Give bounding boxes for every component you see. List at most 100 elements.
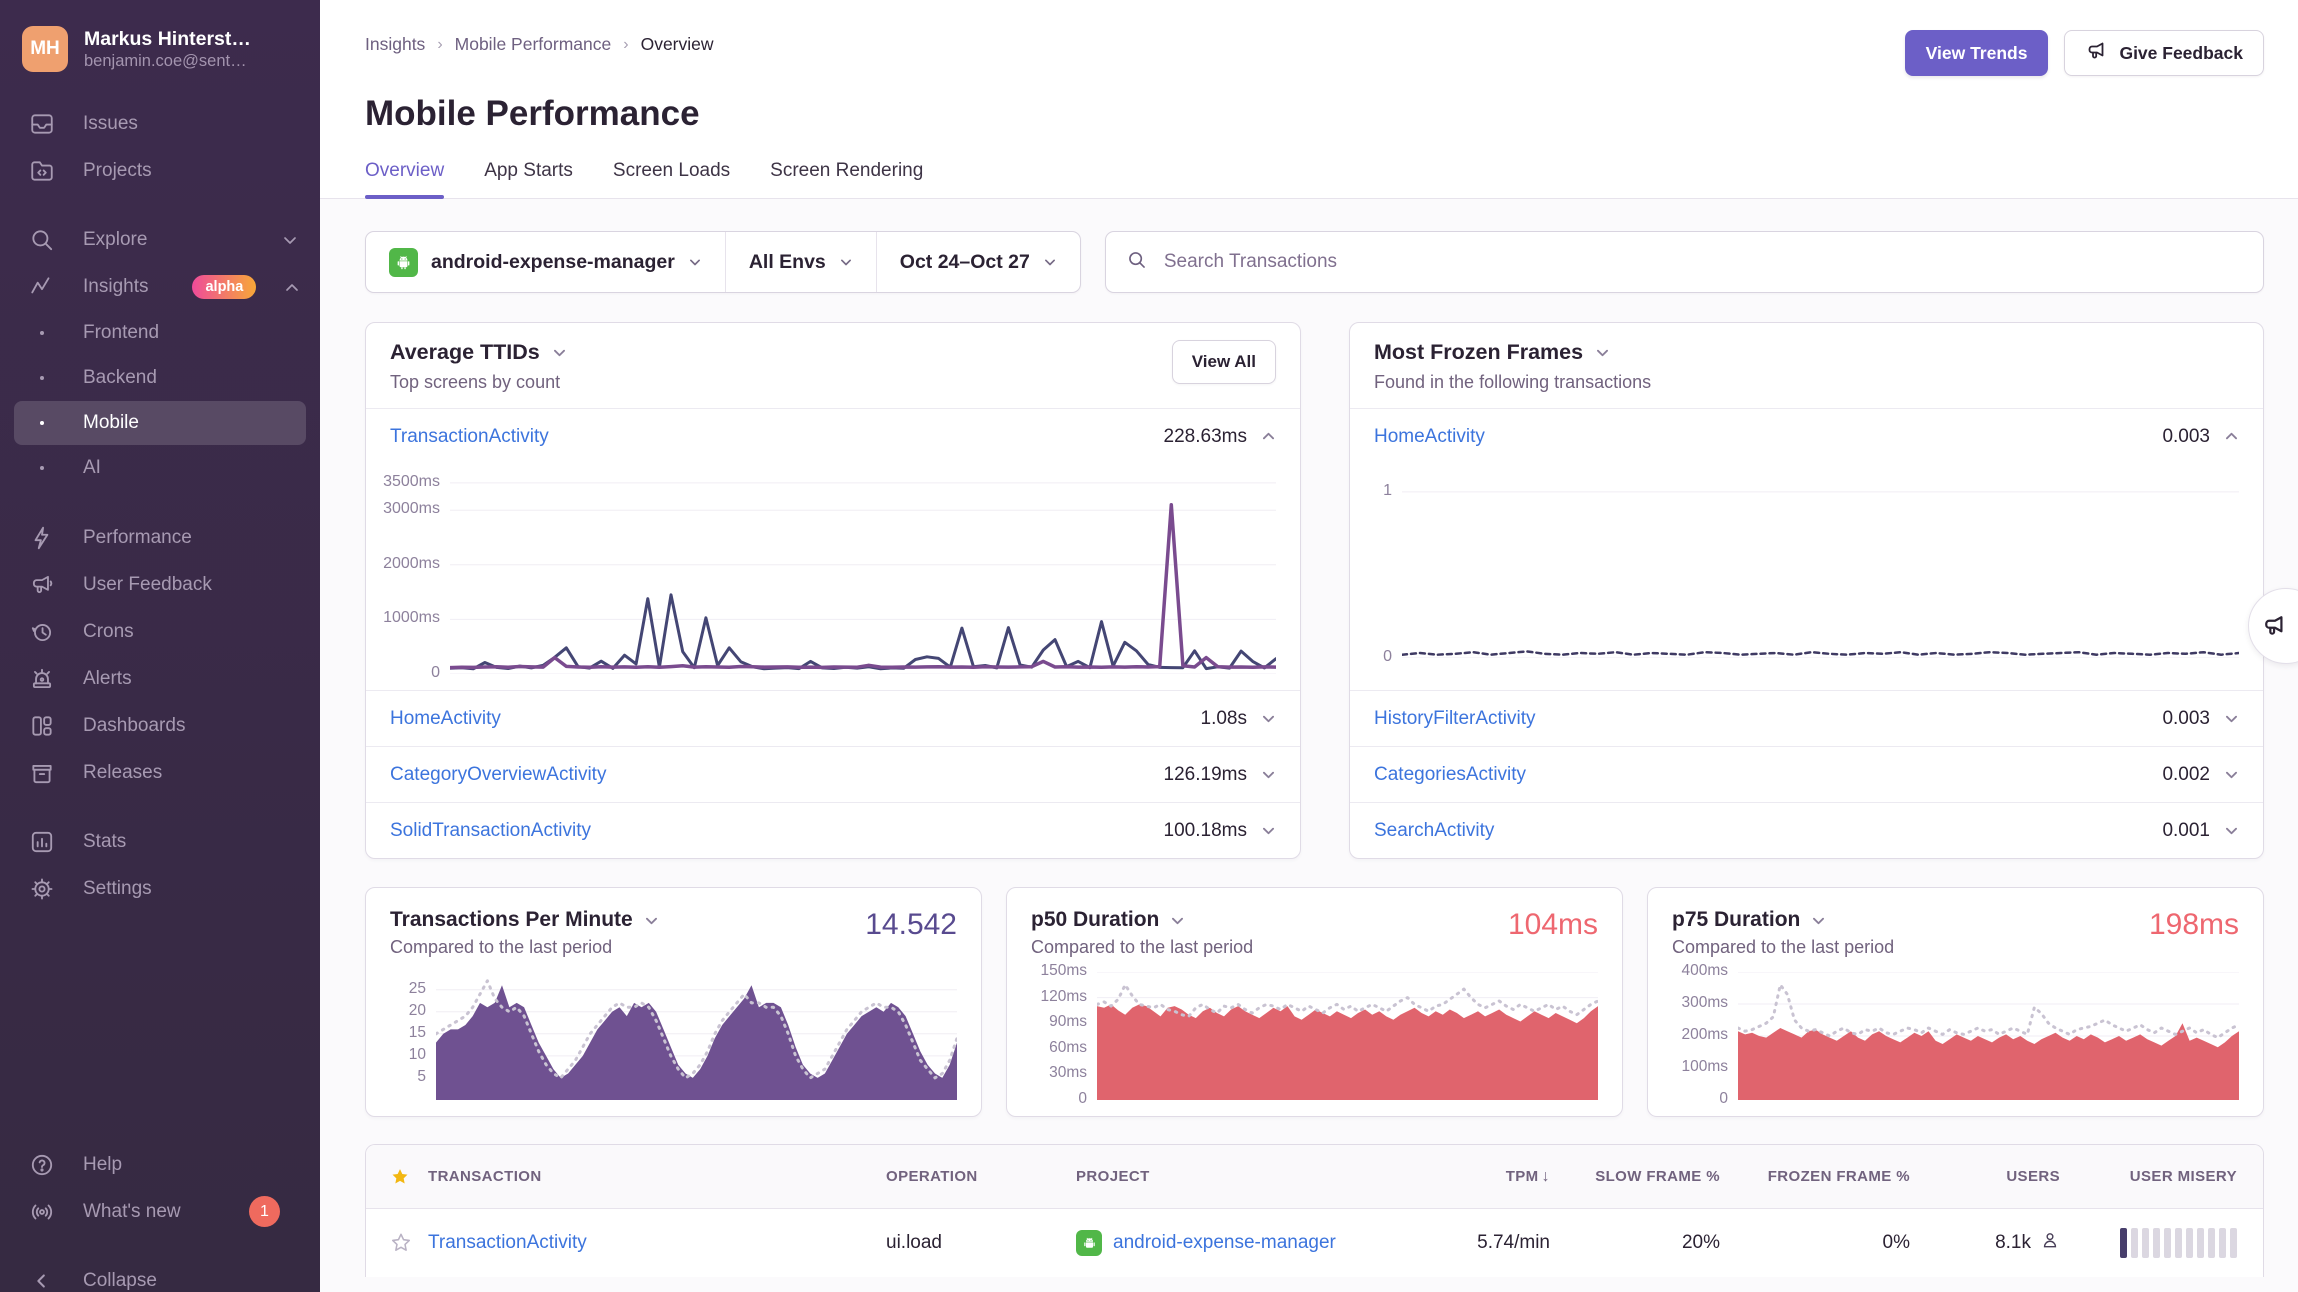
screen-row[interactable]: SearchActivity 0.001 bbox=[1350, 802, 2263, 858]
search-input[interactable] bbox=[1162, 250, 2243, 274]
column-header-users[interactable]: USERS bbox=[2006, 1168, 2066, 1185]
table-header-row: TRANSACTION OPERATION PROJECT TPM↓ SLOW … bbox=[366, 1145, 2263, 1209]
sidebar-item-frontend[interactable]: Frontend bbox=[14, 311, 306, 355]
sidebar-item-mobile[interactable]: Mobile bbox=[14, 401, 306, 445]
screen-row[interactable]: TransactionActivity 228.63ms bbox=[366, 408, 1300, 464]
chevron-down-icon[interactable] bbox=[1261, 769, 1276, 780]
sidebar-item-releases[interactable]: Releases bbox=[0, 749, 320, 796]
tpm-value: 14.542 bbox=[865, 908, 957, 941]
sidebar-item-dashboards[interactable]: Dashboards bbox=[0, 702, 320, 749]
sidebar-item-label: User Feedback bbox=[83, 574, 212, 596]
sidebar-item-label: Issues bbox=[83, 113, 138, 135]
sidebar-item-explore[interactable]: Explore bbox=[0, 216, 320, 263]
star-toggle[interactable] bbox=[366, 1232, 428, 1254]
chevron-down-icon[interactable] bbox=[2224, 713, 2239, 724]
sidebar-item-label: Settings bbox=[83, 878, 152, 900]
p75-value: 198ms bbox=[2149, 908, 2239, 941]
screen-row[interactable]: CategoriesActivity 0.002 bbox=[1350, 746, 2263, 802]
tab-app-starts[interactable]: App Starts bbox=[484, 160, 573, 198]
transaction-link[interactable]: TransactionActivity bbox=[428, 1232, 886, 1254]
transaction-link[interactable]: HistoryFilterActivity bbox=[1374, 708, 1536, 730]
column-header-user-misery[interactable]: USER MISERY bbox=[2130, 1168, 2263, 1185]
sidebar-item-label: Crons bbox=[83, 621, 134, 643]
sidebar-item-user-feedback[interactable]: User Feedback bbox=[0, 561, 320, 608]
chevron-down-icon[interactable] bbox=[644, 915, 659, 926]
column-header-frozen-frame[interactable]: FROZEN FRAME % bbox=[1768, 1168, 1916, 1185]
page-header: Insights › Mobile Performance › Overview… bbox=[320, 0, 2298, 199]
star-icon[interactable] bbox=[366, 1167, 428, 1187]
breadcrumb-insights[interactable]: Insights bbox=[365, 34, 425, 55]
transaction-link[interactable]: SolidTransactionActivity bbox=[390, 820, 591, 842]
chevron-down-icon[interactable] bbox=[2224, 825, 2239, 836]
user-misery-cell bbox=[2120, 1228, 2263, 1258]
column-header-operation[interactable]: OPERATION bbox=[886, 1168, 1076, 1185]
project-cell[interactable]: android-expense-manager bbox=[1076, 1230, 1406, 1256]
user-menu[interactable]: MH Markus Hinterst… benjamin.coe@sent… bbox=[0, 0, 320, 72]
tab-overview[interactable]: Overview bbox=[365, 160, 444, 198]
chevron-down-icon[interactable] bbox=[2224, 769, 2239, 780]
chart-plot bbox=[1738, 972, 2239, 1100]
sidebar-item-whats-new[interactable]: What's new 1 bbox=[0, 1188, 320, 1235]
column-header-slow-frame[interactable]: SLOW FRAME % bbox=[1595, 1168, 1726, 1185]
column-header-transaction[interactable]: TRANSACTION bbox=[428, 1168, 886, 1185]
tab-screen-loads[interactable]: Screen Loads bbox=[613, 160, 730, 198]
transaction-link[interactable]: SearchActivity bbox=[1374, 820, 1494, 842]
sidebar-item-label: Dashboards bbox=[83, 715, 185, 737]
transaction-link[interactable]: HomeActivity bbox=[390, 708, 501, 730]
ttid-value: 1.08s bbox=[1201, 708, 1247, 730]
give-feedback-label: Give Feedback bbox=[2119, 43, 2243, 64]
view-trends-button[interactable]: View Trends bbox=[1905, 30, 2049, 76]
most-frozen-frames-card: Most Frozen Frames Found in the followin… bbox=[1349, 322, 2264, 859]
view-all-button[interactable]: View All bbox=[1172, 340, 1276, 384]
chevron-down-icon[interactable] bbox=[1261, 713, 1276, 724]
chevron-up-icon[interactable] bbox=[2224, 431, 2239, 442]
sidebar-item-settings[interactable]: Settings bbox=[0, 865, 320, 912]
give-feedback-button[interactable]: Give Feedback bbox=[2064, 30, 2264, 76]
sidebar-item-performance[interactable]: Performance bbox=[0, 514, 320, 561]
sidebar-item-crons[interactable]: Crons bbox=[0, 608, 320, 655]
chart-plot bbox=[450, 472, 1276, 674]
transaction-link[interactable]: TransactionActivity bbox=[390, 426, 549, 448]
date-range-filter[interactable]: Oct 24–Oct 27 bbox=[876, 232, 1080, 292]
sidebar-item-ai[interactable]: AI bbox=[14, 446, 306, 490]
user-email: benjamin.coe@sent… bbox=[84, 52, 251, 71]
environment-filter[interactable]: All Envs bbox=[725, 232, 876, 292]
breadcrumb-mobile-performance[interactable]: Mobile Performance bbox=[455, 34, 612, 55]
chevron-down-icon[interactable] bbox=[1170, 915, 1185, 926]
sidebar-collapse-button[interactable]: Collapse bbox=[0, 1257, 320, 1292]
sidebar-item-alerts[interactable]: Alerts bbox=[0, 655, 320, 702]
sidebar-item-stats[interactable]: Stats bbox=[0, 818, 320, 865]
sidebar-item-help[interactable]: Help bbox=[0, 1141, 320, 1188]
p75-chart: 400ms300ms200ms100ms0 bbox=[1672, 972, 2239, 1100]
tpm-chart: 252015105 bbox=[390, 972, 957, 1100]
table-row[interactable]: TransactionActivity ui.load bbox=[366, 1209, 2263, 1277]
sidebar-item-issues[interactable]: Issues bbox=[0, 100, 320, 147]
project-filter[interactable]: android-expense-manager bbox=[366, 232, 725, 292]
chevron-down-icon[interactable] bbox=[552, 347, 567, 358]
project-link[interactable]: android-expense-manager bbox=[1113, 1232, 1336, 1254]
sidebar-item-projects[interactable]: Projects bbox=[0, 147, 320, 194]
page-title: Mobile Performance bbox=[365, 90, 2264, 138]
search-transactions-field[interactable] bbox=[1105, 231, 2264, 293]
transaction-link[interactable]: CategoriesActivity bbox=[1374, 764, 1526, 786]
column-header-project[interactable]: PROJECT bbox=[1076, 1168, 1406, 1185]
column-header-tpm[interactable]: TPM↓ bbox=[1506, 1168, 1556, 1186]
transaction-link[interactable]: CategoryOverviewActivity bbox=[390, 764, 606, 786]
sidebar-item-insights[interactable]: Insights alpha bbox=[0, 263, 320, 310]
screen-row[interactable]: SolidTransactionActivity 100.18ms bbox=[366, 802, 1300, 858]
chevron-down-icon[interactable] bbox=[1595, 347, 1610, 358]
screen-row[interactable]: HomeActivity 0.003 bbox=[1350, 408, 2263, 464]
chevron-down-icon[interactable] bbox=[1811, 915, 1826, 926]
ttid-value: 126.19ms bbox=[1164, 764, 1247, 786]
tab-screen-rendering[interactable]: Screen Rendering bbox=[770, 160, 923, 198]
chevron-up-icon[interactable] bbox=[1261, 431, 1276, 442]
screen-row[interactable]: CategoryOverviewActivity 126.19ms bbox=[366, 746, 1300, 802]
screen-row[interactable]: HomeActivity 1.08s bbox=[366, 690, 1300, 746]
chevron-down-icon[interactable] bbox=[1261, 825, 1276, 836]
screen-row[interactable]: HistoryFilterActivity 0.003 bbox=[1350, 690, 2263, 746]
chevron-up-icon bbox=[284, 281, 300, 293]
megaphone-icon bbox=[2085, 39, 2109, 68]
transaction-link[interactable]: HomeActivity bbox=[1374, 426, 1485, 448]
y-axis-labels: 252015105 bbox=[390, 972, 436, 1100]
sidebar-item-backend[interactable]: Backend bbox=[14, 356, 306, 400]
